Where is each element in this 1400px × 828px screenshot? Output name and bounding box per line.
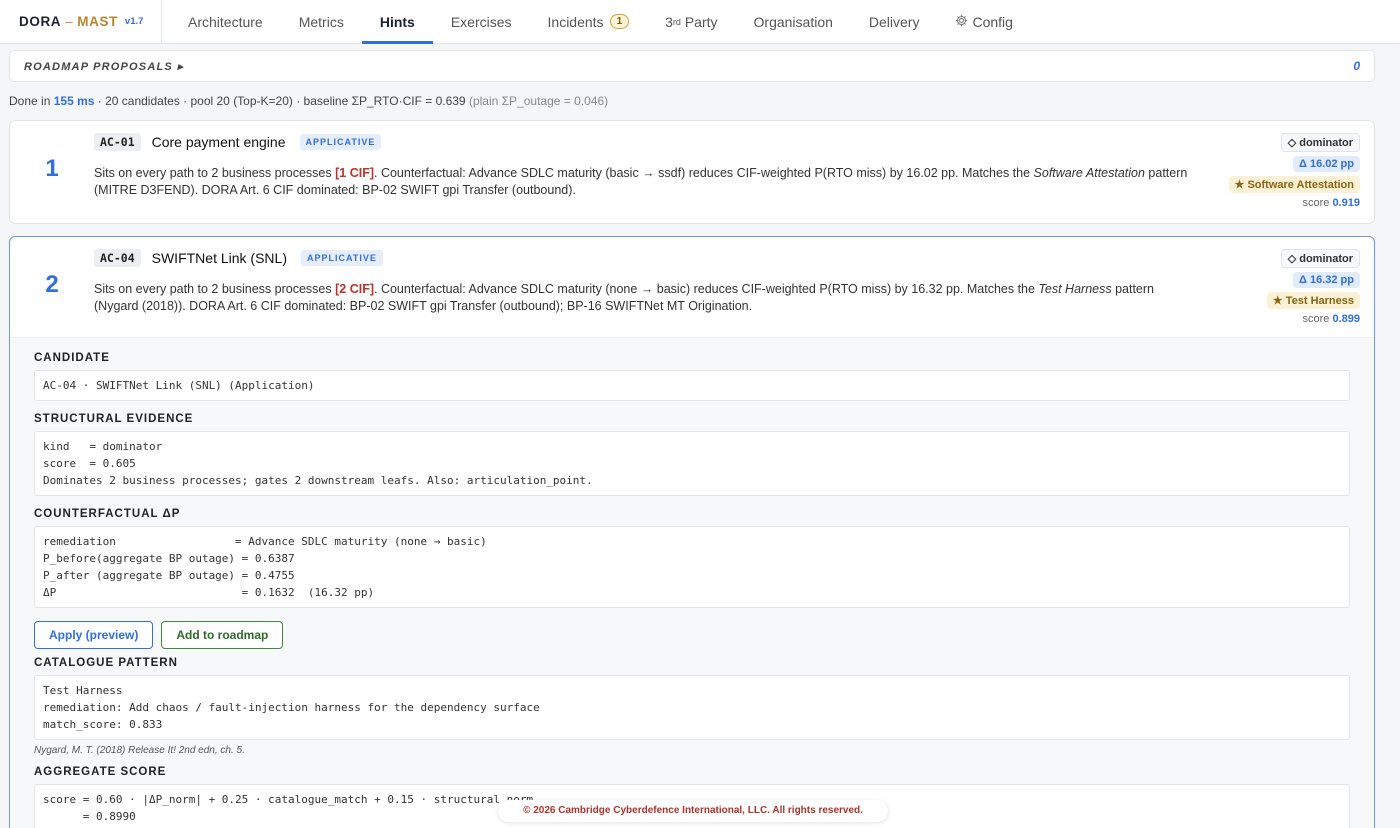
tab-label-suffix: Party <box>680 13 718 30</box>
brand-version: v1.7 <box>124 16 144 27</box>
tab-label: Delivery <box>868 13 920 30</box>
candidate-block: AC-04 · SWIFTNet Link (SNL) (Application… <box>34 370 1350 401</box>
status-duration: 155 ms <box>53 94 95 108</box>
section-heading-structural: STRUCTURAL EVIDENCE <box>34 413 194 425</box>
incidents-count-badge: 1 <box>609 14 630 29</box>
tab-incidents[interactable]: Incidents 1 <box>530 0 648 43</box>
hint-rank: 1 <box>45 155 59 182</box>
tab-label: Hints <box>379 13 415 30</box>
counterfactual-block: remediation = Advance SDLC maturity (non… <box>34 526 1350 608</box>
desc-text: . Counterfactual: Advance SDLC maturity … <box>374 282 1039 296</box>
top-nav: DORA – MAST v1.7 Architecture Metrics Hi… <box>0 0 1400 44</box>
desc-text: Sits on every path to 2 business process… <box>94 166 336 180</box>
pattern-name: Software Attestation <box>1033 166 1145 180</box>
hint-description: Sits on every path to 2 business process… <box>94 281 1210 315</box>
hint-rank: 2 <box>45 271 59 298</box>
score-text: score 0.899 <box>1303 313 1361 325</box>
layer-tag: APPLICATIVE <box>300 250 383 266</box>
tab-label: Config <box>972 13 1013 30</box>
tab-label: Metrics <box>298 13 344 30</box>
tab-organisation[interactable]: Organisation <box>736 0 851 43</box>
brand-name-part2: MAST <box>77 14 118 29</box>
hint-card-expanded[interactable]: 2 AC-04 SWIFTNet Link (SNL) APPLICATIVE … <box>9 236 1375 828</box>
desc-text: . Counterfactual: Advance SDLC maturity … <box>374 166 1034 180</box>
kind-badge: ◇ dominator <box>1280 133 1360 152</box>
section-heading-catalogue: CATALOGUE PATTERN <box>34 657 178 669</box>
hint-meta: ◇ dominator Δ 16.02 pp ★ Software Attest… <box>1210 133 1360 209</box>
component-code: AC-01 <box>94 133 141 151</box>
tab-metrics[interactable]: Metrics <box>281 0 362 43</box>
brand-name-part1: DORA <box>19 14 62 29</box>
pattern-badge: ★ Software Attestation <box>1228 176 1360 193</box>
brand-logo[interactable]: DORA – MAST v1.7 <box>0 0 162 43</box>
score-text: score 0.919 <box>1303 197 1361 209</box>
status-summary: · 20 candidates · pool 20 (Top-K=20) · b… <box>97 94 466 108</box>
desc-text: Sits on every path to 2 business process… <box>94 282 336 296</box>
tab-delivery[interactable]: Delivery <box>851 0 938 43</box>
section-heading-candidate: CANDIDATE <box>34 352 110 364</box>
action-buttons: Apply (preview) Add to roadmap <box>34 621 1350 649</box>
pattern-badge: ★ Test Harness <box>1266 292 1360 309</box>
pattern-name: Test Harness <box>1038 282 1112 296</box>
tab-label: Organisation <box>753 13 833 30</box>
roadmap-proposals-bar[interactable]: ROADMAP PROPOSALS ▸ 0 <box>9 50 1375 82</box>
catalogue-reference: Nygard, M. T. (2018) Release It! 2nd edn… <box>34 745 245 756</box>
tab-hints[interactable]: Hints <box>361 0 433 44</box>
tab-architecture[interactable]: Architecture <box>170 0 281 43</box>
kind-badge: ◇ dominator <box>1280 249 1360 268</box>
score-value: 0.899 <box>1332 313 1360 325</box>
roadmap-proposals-count: 0 <box>1353 59 1360 73</box>
structural-evidence-block: kind = dominator score = 0.605 Dominates… <box>34 431 1350 496</box>
score-label: score <box>1302 197 1330 209</box>
tab-label: Architecture <box>188 13 263 30</box>
main-tabs: Architecture Metrics Hints Exercises Inc… <box>162 0 1031 44</box>
roadmap-proposals-label: ROADMAP PROPOSALS ▸ <box>24 60 184 73</box>
score-label: score <box>1302 313 1330 325</box>
component-title: Core payment engine <box>151 134 286 150</box>
score-value: 0.919 <box>1332 197 1360 209</box>
tab-third-party[interactable]: 3rd Party <box>647 0 735 43</box>
cif-marker: [2 CIF] <box>335 282 374 296</box>
cif-marker: [1 CIF] <box>335 166 374 180</box>
tab-label-sup: rd <box>672 16 681 27</box>
section-heading-counterfactual: COUNTERFACTUAL ΔP <box>34 508 181 520</box>
component-code: AC-04 <box>94 249 141 267</box>
tab-config[interactable]: Config <box>937 0 1030 43</box>
run-status: Done in 155 ms · 20 candidates · pool 20… <box>9 94 1400 108</box>
tab-label: 3 <box>665 13 673 30</box>
hint-detail-panel: CANDIDATE AC-04 · SWIFTNet Link (SNL) (A… <box>10 337 1374 828</box>
tab-label: Exercises <box>450 13 512 30</box>
section-heading-aggregate: AGGREGATE SCORE <box>34 766 167 778</box>
copyright-footer: © 2026 Cambridge Cyberdefence Internatio… <box>498 800 888 822</box>
hint-description: Sits on every path to 2 business process… <box>94 165 1210 199</box>
hint-meta: ◇ dominator Δ 16.32 pp ★ Test Harness sc… <box>1210 249 1360 325</box>
status-plain-outage: (plain ΣP_outage = 0.046) <box>468 94 609 108</box>
delta-badge: Δ 16.02 pp <box>1293 156 1360 172</box>
tab-exercises[interactable]: Exercises <box>433 0 530 43</box>
gear-icon <box>955 14 968 30</box>
catalogue-pattern-block: Test Harness remediation: Add chaos / fa… <box>34 675 1350 740</box>
delta-badge: Δ 16.32 pp <box>1293 272 1360 288</box>
component-title: SWIFTNet Link (SNL) <box>151 250 287 266</box>
add-to-roadmap-button[interactable]: Add to roadmap <box>161 621 284 649</box>
layer-tag: APPLICATIVE <box>299 134 382 150</box>
apply-preview-button[interactable]: Apply (preview) <box>34 621 154 649</box>
tab-label: Incidents <box>547 13 604 30</box>
brand-separator: – <box>65 14 74 29</box>
status-prefix: Done in <box>9 94 51 108</box>
hint-card[interactable]: 1 AC-01 Core payment engine APPLICATIVE … <box>9 120 1375 224</box>
